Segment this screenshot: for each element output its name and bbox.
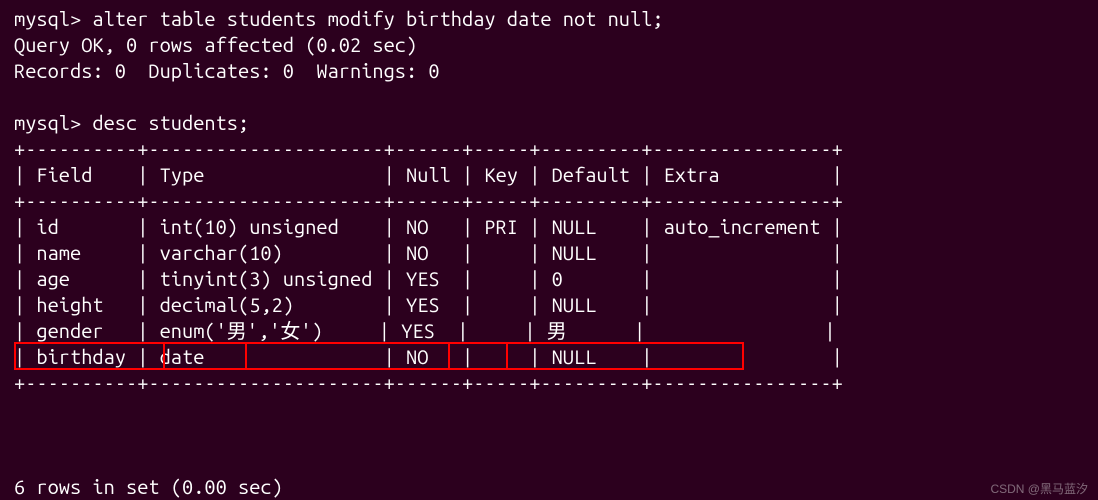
query-result-line2: Records: 0 Duplicates: 0 Warnings: 0: [14, 59, 440, 82]
table-border: +----------+---------------------+------…: [14, 189, 843, 212]
table-row: | height | decimal(5,2) | YES | | NULL |…: [14, 293, 843, 316]
table-border: +----------+---------------------+------…: [14, 371, 843, 394]
table-border: +----------+---------------------+------…: [14, 137, 843, 160]
highlight-row-box: [14, 342, 744, 370]
desc-table: +----------+---------------------+------…: [14, 136, 1084, 474]
highlight-null-box: [448, 342, 508, 370]
prompt: mysql>: [14, 7, 92, 30]
watermark: CSDN @黑马蓝汐: [990, 482, 1088, 496]
table-row: | name | varchar(10) | NO | | NULL | |: [14, 241, 843, 264]
prompt: mysql>: [14, 111, 92, 134]
table-row: | age | tinyint(3) unsigned | YES | | 0 …: [14, 267, 843, 290]
table-header: | Field | Type | Null | Key | Default | …: [14, 163, 843, 186]
query-result-line1: Query OK, 0 rows affected (0.02 sec): [14, 33, 417, 56]
table-row: | id | int(10) unsigned | NO | PRI | NUL…: [14, 215, 843, 238]
sql-command-1: alter table students modify birthday dat…: [92, 7, 663, 30]
terminal-output: mysql> alter table students modify birth…: [0, 0, 1098, 500]
rows-in-set: 6 rows in set (0.00 sec): [14, 475, 283, 498]
highlight-type-box: [163, 342, 247, 370]
table-row: | gender | enum('男','女') | YES | | 男 | |: [14, 319, 836, 342]
sql-command-2: desc students;: [92, 111, 249, 134]
